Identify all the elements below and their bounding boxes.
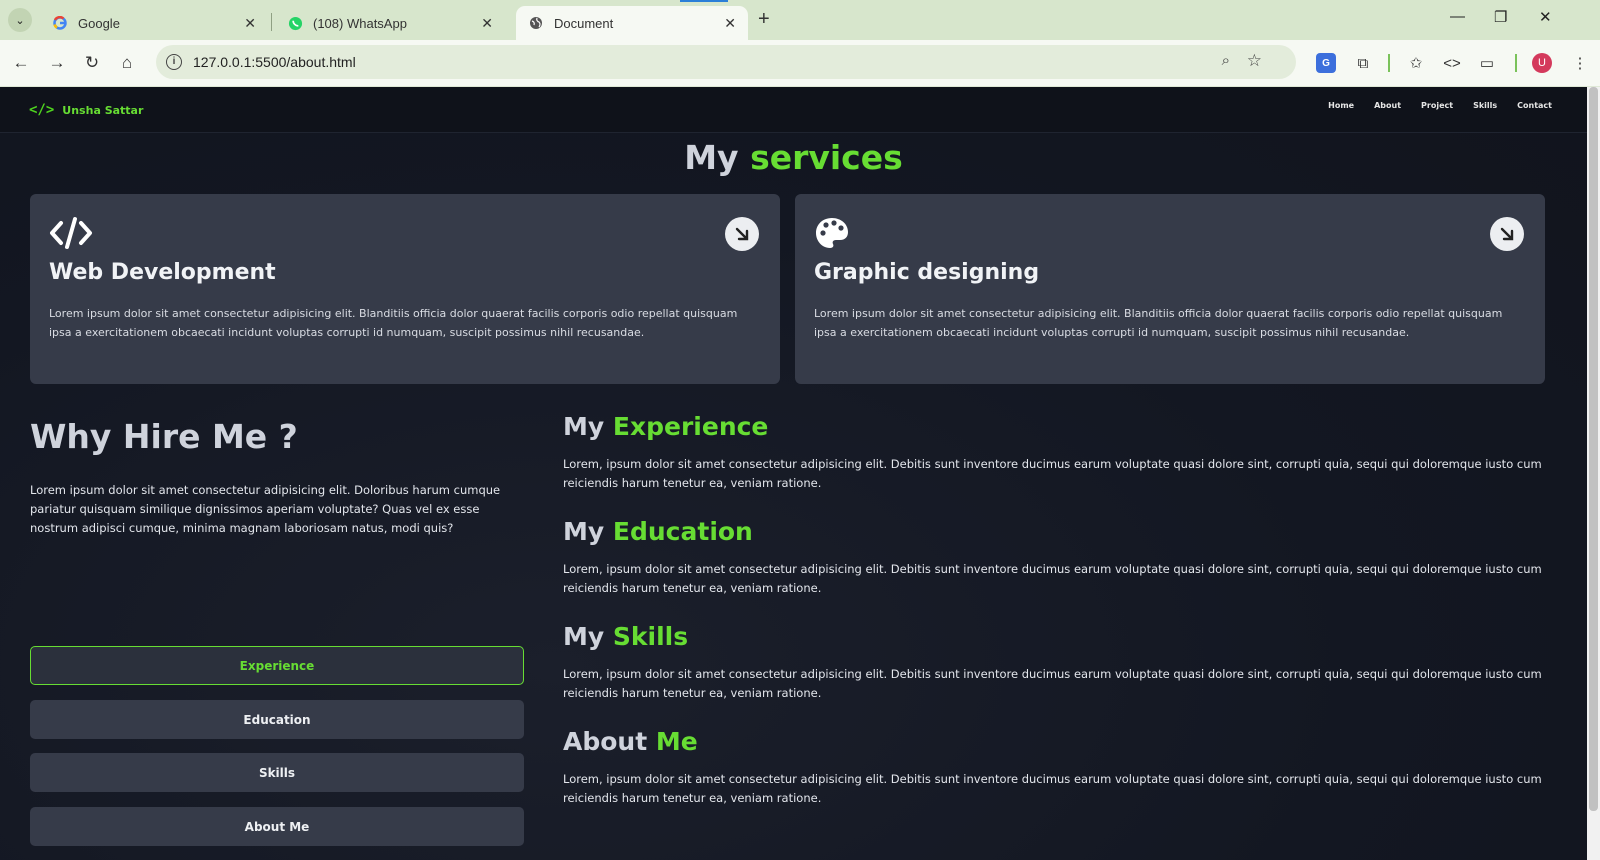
section-heading: My Experience bbox=[563, 412, 1553, 441]
services-heading: My services bbox=[0, 138, 1587, 177]
brand-logo[interactable]: </> Unsha Sattar bbox=[29, 102, 143, 118]
zoom-icon[interactable]: ⌕ bbox=[1222, 52, 1230, 69]
services-heading-highlight: services bbox=[750, 138, 903, 177]
section-heading: My Education bbox=[563, 517, 1553, 546]
loading-indicator bbox=[680, 0, 728, 2]
heading-plain: My bbox=[563, 412, 605, 441]
tab-title: Google bbox=[78, 15, 120, 31]
reload-icon[interactable]: ↻ bbox=[80, 51, 104, 75]
extensions-icon[interactable]: ⧉ bbox=[1351, 51, 1375, 75]
section-text: Lorem, ipsum dolor sit amet consectetur … bbox=[563, 562, 1542, 595]
about-me-section: About Me Lorem, ipsum dolor sit amet con… bbox=[563, 727, 1553, 808]
code-icon: </> bbox=[29, 102, 55, 118]
heading-plain: My bbox=[563, 517, 605, 546]
forward-icon[interactable]: → bbox=[45, 51, 69, 75]
whatsapp-icon bbox=[287, 15, 303, 31]
experience-button[interactable]: Experience bbox=[30, 646, 524, 685]
tab-bar: ⌄ Google ✕ (108) WhatsApp ✕ Document ✕ +… bbox=[0, 0, 1600, 40]
service-card-web-development: Web Development Lorem ipsum dolor sit am… bbox=[30, 194, 780, 384]
restore-icon[interactable]: ❐ bbox=[1494, 8, 1507, 26]
address-bar[interactable]: i 127.0.0.1:5500/about.html ⌕ ☆ bbox=[156, 45, 1296, 79]
about-me-button[interactable]: About Me bbox=[30, 807, 524, 846]
code-icon bbox=[49, 216, 93, 254]
close-window-icon[interactable]: ✕ bbox=[1539, 8, 1552, 26]
service-card-graphic-designing: Graphic designing Lorem ipsum dolor sit … bbox=[795, 194, 1545, 384]
nav-link-home[interactable]: Home bbox=[1328, 101, 1354, 110]
section-heading: About Me bbox=[563, 727, 1553, 756]
education-section: My Education Lorem, ipsum dolor sit amet… bbox=[563, 517, 1553, 598]
nav-menu: Home About Project Skills Contact bbox=[1328, 101, 1552, 110]
services-heading-plain: My bbox=[684, 138, 739, 177]
toolbar-divider bbox=[1515, 54, 1517, 72]
heading-highlight: Experience bbox=[612, 412, 769, 441]
translate-icon[interactable]: G bbox=[1316, 53, 1336, 73]
page-viewport: </> Unsha Sattar Home About Project Skil… bbox=[0, 87, 1587, 860]
devtools-code-icon[interactable]: <> bbox=[1440, 51, 1464, 75]
browser-toolbar: ← → ↻ ⌂ i 127.0.0.1:5500/about.html ⌕ ☆ … bbox=[0, 40, 1600, 86]
close-icon[interactable]: ✕ bbox=[724, 15, 736, 32]
card-text: Lorem ipsum dolor sit amet consectetur a… bbox=[49, 307, 738, 339]
tab-title: (108) WhatsApp bbox=[313, 15, 407, 31]
close-icon[interactable]: ✕ bbox=[244, 15, 256, 32]
page-scrollbar[interactable] bbox=[1587, 87, 1600, 860]
google-icon bbox=[52, 15, 68, 31]
palette-icon bbox=[814, 216, 850, 254]
bookmark-star-icon[interactable]: ☆ bbox=[1247, 51, 1262, 71]
nav-link-contact[interactable]: Contact bbox=[1517, 101, 1552, 110]
heading-highlight: Education bbox=[612, 517, 753, 546]
minimize-icon[interactable]: — bbox=[1450, 8, 1465, 25]
section-text: Lorem, ipsum dolor sit amet consectetur … bbox=[563, 457, 1542, 490]
nav-link-about[interactable]: About bbox=[1374, 101, 1401, 110]
heading-highlight: Me bbox=[655, 727, 698, 756]
back-icon[interactable]: ← bbox=[9, 51, 33, 75]
brand-name: Unsha Sattar bbox=[62, 103, 144, 117]
arrow-down-right-icon[interactable] bbox=[1490, 217, 1524, 251]
why-hire-me-heading: Why Hire Me ? bbox=[30, 417, 298, 456]
card-text: Lorem ipsum dolor sit amet consectetur a… bbox=[814, 307, 1503, 339]
favorites-icon[interactable]: ✩ bbox=[1404, 51, 1428, 75]
chevron-down-icon: ⌄ bbox=[15, 14, 25, 27]
scrollbar-thumb[interactable] bbox=[1589, 87, 1598, 811]
skills-section: My Skills Lorem, ipsum dolor sit amet co… bbox=[563, 622, 1553, 703]
section-text: Lorem, ipsum dolor sit amet consectetur … bbox=[563, 667, 1542, 700]
card-title: Graphic designing bbox=[814, 260, 1040, 285]
tab-whatsapp[interactable]: (108) WhatsApp ✕ bbox=[275, 6, 505, 40]
why-hire-me-section: Why Hire Me ? Lorem ipsum dolor sit amet… bbox=[30, 417, 525, 846]
home-icon[interactable]: ⌂ bbox=[115, 51, 139, 75]
incognito-icon[interactable]: ▭ bbox=[1475, 51, 1499, 75]
site-navbar: </> Unsha Sattar Home About Project Skil… bbox=[0, 87, 1587, 133]
nav-link-project[interactable]: Project bbox=[1421, 101, 1453, 110]
nav-link-skills[interactable]: Skills bbox=[1473, 101, 1497, 110]
tab-google[interactable]: Google ✕ bbox=[40, 6, 268, 40]
tab-title: Document bbox=[554, 15, 614, 31]
heading-plain: My bbox=[563, 622, 605, 651]
tab-document[interactable]: Document ✕ bbox=[516, 6, 748, 40]
tab-divider bbox=[271, 13, 272, 31]
new-tab-button[interactable]: + bbox=[758, 8, 770, 31]
arrow-down-right-icon[interactable] bbox=[725, 217, 759, 251]
skills-button[interactable]: Skills bbox=[30, 753, 524, 792]
heading-highlight: Skills bbox=[612, 622, 689, 651]
close-icon[interactable]: ✕ bbox=[481, 15, 493, 32]
toolbar-divider bbox=[1388, 54, 1390, 72]
card-title: Web Development bbox=[49, 260, 276, 285]
profile-avatar[interactable]: U bbox=[1532, 53, 1552, 73]
site-info-icon[interactable]: i bbox=[166, 54, 182, 70]
tab-search-button[interactable]: ⌄ bbox=[8, 8, 32, 32]
heading-plain: About bbox=[563, 727, 648, 756]
url-text[interactable]: 127.0.0.1:5500/about.html bbox=[193, 54, 356, 70]
why-hire-me-text: Lorem ipsum dolor sit amet consectetur a… bbox=[30, 483, 501, 535]
section-heading: My Skills bbox=[563, 622, 1553, 651]
globe-icon bbox=[528, 15, 544, 31]
more-menu-icon[interactable]: ⋮ bbox=[1568, 51, 1592, 75]
experience-section: My Experience Lorem, ipsum dolor sit ame… bbox=[563, 412, 1553, 493]
education-button[interactable]: Education bbox=[30, 700, 524, 739]
section-text: Lorem, ipsum dolor sit amet consectetur … bbox=[563, 772, 1542, 805]
